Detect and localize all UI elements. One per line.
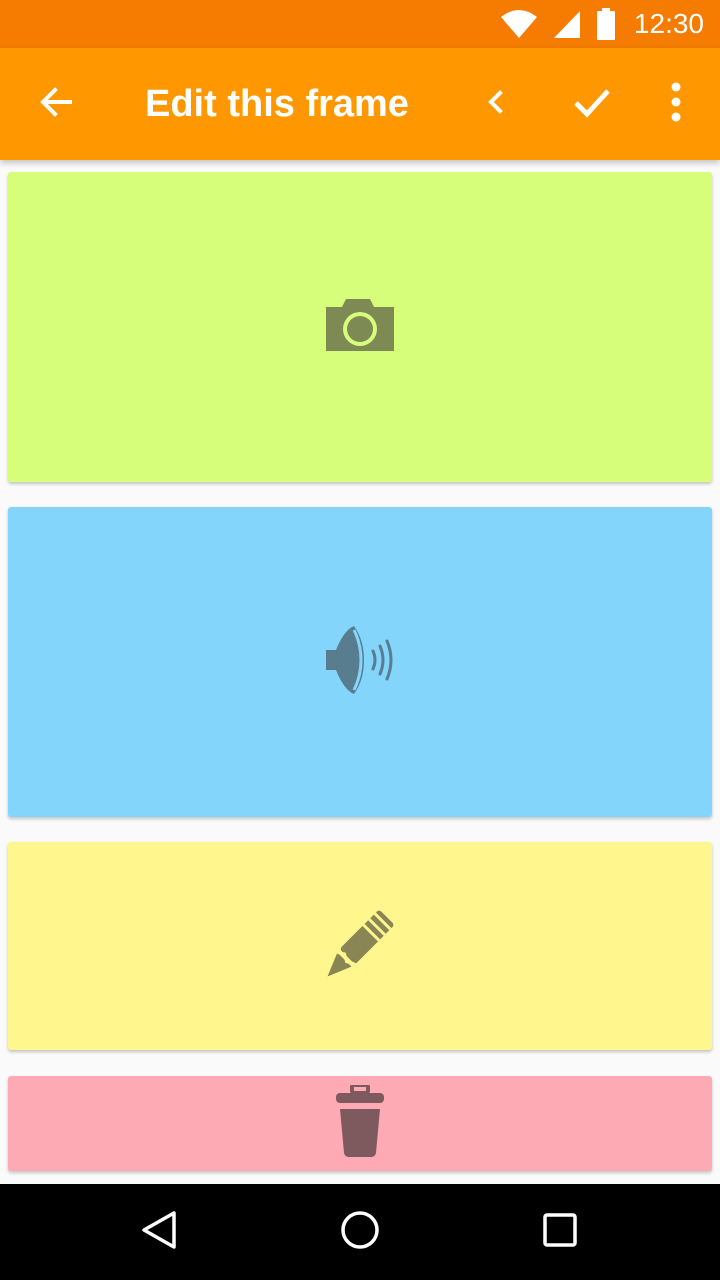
nav-back-button[interactable] xyxy=(128,1200,192,1264)
frame-options-list xyxy=(0,160,720,1184)
delete-card[interactable] xyxy=(8,1076,712,1171)
recents-square-icon xyxy=(542,1212,578,1253)
status-bar: 12:30 xyxy=(0,0,720,48)
previous-frame-button[interactable] xyxy=(464,72,528,136)
back-triangle-icon xyxy=(141,1210,179,1254)
speaker-icon xyxy=(324,624,396,701)
text-card[interactable] xyxy=(8,842,712,1050)
pencil-icon xyxy=(318,902,402,991)
navigation-bar xyxy=(0,1184,720,1280)
audio-card[interactable] xyxy=(8,507,712,817)
check-icon xyxy=(572,82,612,127)
status-time: 12:30 xyxy=(633,8,704,39)
signal-icon xyxy=(552,9,582,39)
app-bar: Edit this frame xyxy=(0,48,720,160)
chevron-left-icon xyxy=(482,88,510,121)
confirm-button[interactable] xyxy=(560,72,624,136)
nav-recents-button[interactable] xyxy=(528,1200,592,1264)
camera-icon xyxy=(326,298,394,356)
page-title: Edit this frame xyxy=(145,83,409,125)
back-arrow-icon xyxy=(38,84,74,125)
trash-icon xyxy=(335,1083,385,1162)
photo-card[interactable] xyxy=(8,172,712,482)
wifi-icon xyxy=(500,9,538,39)
more-options-button[interactable] xyxy=(644,72,708,136)
nav-home-button[interactable] xyxy=(328,1200,392,1264)
home-circle-icon xyxy=(339,1209,381,1256)
status-icons: 12:30 xyxy=(500,0,704,48)
back-button[interactable] xyxy=(24,72,88,136)
more-vert-icon xyxy=(670,82,682,127)
battery-icon xyxy=(596,8,616,40)
